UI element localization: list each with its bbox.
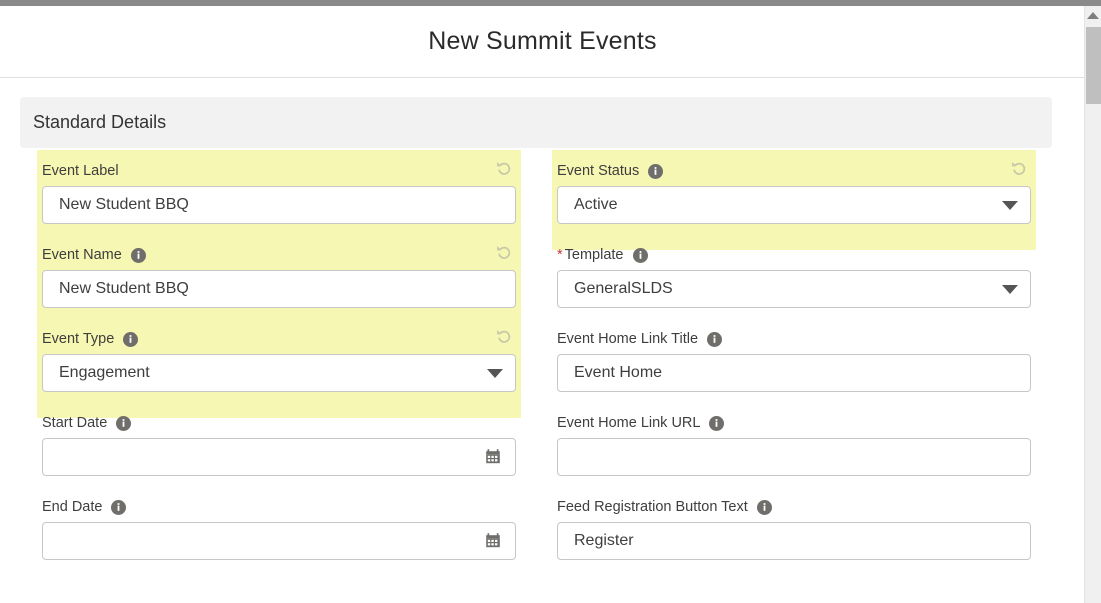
input-value-event-home-link-title: Event Home bbox=[574, 364, 663, 381]
revert-icon[interactable] bbox=[494, 327, 514, 347]
field-label-event-home-link-url: Event Home Link URL bbox=[557, 415, 701, 431]
select-event-type[interactable]: Engagement bbox=[42, 354, 516, 392]
field-label-row-end-date: End Date bbox=[42, 496, 516, 518]
field-label-event-status: Event Status bbox=[557, 163, 640, 179]
field-label-event-home-link-title: Event Home Link Title bbox=[557, 331, 699, 347]
date-input-start-date[interactable] bbox=[42, 438, 516, 476]
field-label-event-label: Event Label bbox=[42, 163, 119, 179]
info-icon[interactable] bbox=[709, 415, 725, 431]
field-label-feed-registration-button-text: Feed Registration Button Text bbox=[557, 499, 748, 515]
field-label-row-start-date: Start Date bbox=[42, 412, 516, 434]
chevron-down-icon[interactable] bbox=[1002, 284, 1018, 294]
section-header-standard-details: Standard Details bbox=[20, 97, 1052, 148]
field-label-row-event-label: Event Label bbox=[42, 160, 516, 182]
section-title: Standard Details bbox=[33, 112, 167, 132]
field-label-start-date: Start Date bbox=[42, 415, 108, 431]
field-label-row-feed-registration-button-text: Feed Registration Button Text bbox=[557, 496, 1031, 518]
scrollbar-thumb[interactable] bbox=[1086, 27, 1101, 104]
input-value-event-type: Engagement bbox=[59, 364, 150, 381]
vertical-scrollbar[interactable] bbox=[1084, 6, 1101, 603]
info-icon[interactable] bbox=[116, 415, 132, 431]
calendar-icon[interactable] bbox=[485, 532, 503, 550]
field-event-home-link-url: Event Home Link URL bbox=[552, 412, 1036, 476]
calendar-icon[interactable] bbox=[485, 448, 503, 466]
input-value-event-status: Active bbox=[574, 196, 618, 213]
field-event-status: Event Status Active bbox=[552, 160, 1036, 224]
field-label-event-type: Event Type bbox=[42, 331, 115, 347]
page-header: New Summit Events bbox=[0, 6, 1085, 78]
date-input-end-date[interactable] bbox=[42, 522, 516, 560]
revert-icon[interactable] bbox=[1009, 159, 1029, 179]
page-title: New Summit Events bbox=[428, 27, 657, 55]
field-label-row-event-type: Event Type bbox=[42, 328, 516, 350]
input-value-template: GeneralSLDS bbox=[574, 280, 673, 297]
info-icon[interactable] bbox=[707, 331, 723, 347]
field-start-date: Start Date bbox=[37, 412, 521, 476]
revert-icon[interactable] bbox=[494, 243, 514, 263]
field-event-home-link-title: Event Home Link Title Event Home bbox=[552, 328, 1036, 392]
field-event-name: Event Name New Student BBQ bbox=[37, 244, 521, 308]
scroll-up-arrow-icon[interactable] bbox=[1085, 6, 1101, 25]
app-root: New Summit Events Standard Details Event… bbox=[0, 0, 1101, 603]
input-value-event-name: New Student BBQ bbox=[59, 280, 189, 297]
input-value-event-label: New Student BBQ bbox=[59, 196, 189, 213]
field-label-end-date: End Date bbox=[42, 499, 103, 515]
select-template[interactable]: GeneralSLDS bbox=[557, 270, 1031, 308]
info-icon[interactable] bbox=[756, 499, 772, 515]
input-value-feed-registration-button-text: Register bbox=[574, 532, 634, 549]
field-event-label: Event Label New Student BBQ bbox=[37, 160, 521, 224]
input-feed-registration-button-text[interactable]: Register bbox=[557, 522, 1031, 560]
field-label-row-event-home-link-url: Event Home Link URL bbox=[557, 412, 1031, 434]
info-icon[interactable] bbox=[648, 163, 664, 179]
select-event-status[interactable]: Active bbox=[557, 186, 1031, 224]
info-icon[interactable] bbox=[632, 247, 648, 263]
info-icon[interactable] bbox=[123, 331, 139, 347]
chevron-down-icon[interactable] bbox=[1002, 200, 1018, 210]
info-icon[interactable] bbox=[111, 499, 127, 515]
field-template: * Template GeneralSLDS bbox=[552, 244, 1036, 308]
input-event-label[interactable]: New Student BBQ bbox=[42, 186, 516, 224]
input-event-home-link-title[interactable]: Event Home bbox=[557, 354, 1031, 392]
chevron-down-icon[interactable] bbox=[487, 368, 503, 378]
revert-icon[interactable] bbox=[494, 159, 514, 179]
field-label-row-template: * Template bbox=[557, 244, 1031, 266]
field-label-row-event-status: Event Status bbox=[557, 160, 1031, 182]
required-asterisk: * bbox=[557, 246, 563, 263]
field-end-date: End Date bbox=[37, 496, 521, 560]
field-feed-registration-button-text: Feed Registration Button Text Register bbox=[552, 496, 1036, 560]
field-label-event-name: Event Name bbox=[42, 247, 122, 263]
field-label-row-event-name: Event Name bbox=[42, 244, 516, 266]
field-label-template: Template bbox=[564, 247, 624, 263]
info-icon[interactable] bbox=[130, 247, 146, 263]
input-event-home-link-url[interactable] bbox=[557, 438, 1031, 476]
field-event-type: Event Type Engagement bbox=[37, 328, 521, 392]
input-event-name[interactable]: New Student BBQ bbox=[42, 270, 516, 308]
field-label-row-event-home-link-title: Event Home Link Title bbox=[557, 328, 1031, 350]
